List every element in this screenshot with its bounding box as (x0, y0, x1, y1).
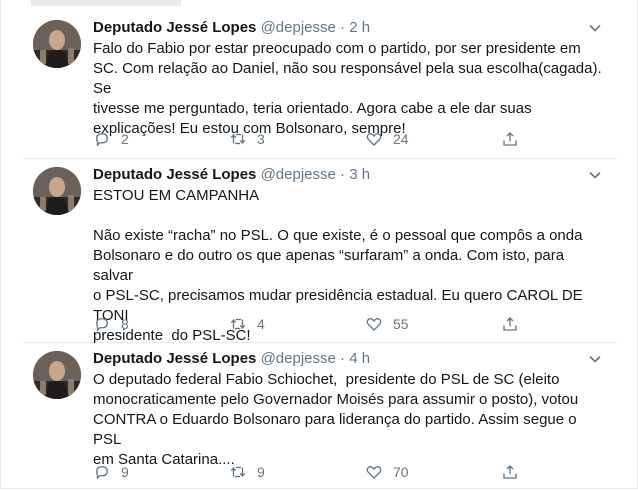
reply-button[interactable]: 8 (93, 313, 129, 335)
tweet-header: Deputado Jessé Lopes @depjesse · 2 h (93, 18, 605, 38)
avatar[interactable] (33, 167, 81, 215)
tweet-actions: 8 4 55 (93, 313, 533, 335)
share-icon (503, 132, 517, 146)
separator: · (340, 166, 346, 183)
retweet-count: 3 (257, 131, 265, 147)
heart-icon (366, 317, 382, 331)
tweet-actions: 2 3 24 (93, 128, 533, 150)
reply-button[interactable]: 2 (93, 128, 129, 150)
author-handle[interactable]: @depjesse (261, 19, 336, 36)
retweet-button[interactable]: 9 (229, 461, 265, 483)
divider (31, 0, 181, 6)
like-count: 24 (393, 131, 409, 147)
author-name[interactable]: Deputado Jessé Lopes (93, 166, 256, 183)
tweet-header: Deputado Jessé Lopes @depjesse · 4 h (93, 349, 605, 369)
tweet-actions: 9 9 70 (93, 461, 533, 483)
tweet[interactable]: Deputado Jessé Lopes @depjesse · 4 h O d… (23, 343, 617, 488)
tweet-text: Falo do Fabio por estar preocupado com o… (93, 40, 602, 137)
like-button[interactable]: 70 (365, 461, 409, 483)
avatar[interactable] (33, 20, 81, 68)
separator: · (340, 350, 346, 367)
retweet-icon (230, 318, 246, 330)
retweet-button[interactable]: 3 (229, 128, 265, 150)
like-button[interactable]: 24 (365, 128, 409, 150)
share-button[interactable] (501, 313, 529, 335)
chevron-down-icon[interactable] (587, 167, 603, 183)
retweet-count: 4 (257, 316, 265, 332)
reply-button[interactable]: 9 (93, 461, 129, 483)
author-handle[interactable]: @depjesse (261, 350, 336, 367)
retweet-button[interactable]: 4 (229, 313, 265, 335)
reply-count: 8 (121, 316, 129, 332)
timeline: Deputado Jessé Lopes @depjesse · 2 h Fal… (0, 0, 638, 489)
retweet-icon (230, 466, 246, 478)
reply-count: 9 (121, 464, 129, 480)
share-button[interactable] (501, 128, 529, 150)
timestamp[interactable]: 4 h (349, 350, 370, 367)
chevron-down-icon[interactable] (587, 351, 603, 367)
retweet-count: 9 (257, 464, 265, 480)
author-name[interactable]: Deputado Jessé Lopes (93, 350, 256, 367)
timestamp[interactable]: 3 h (349, 166, 370, 183)
heart-icon (366, 465, 382, 479)
reply-icon (96, 318, 108, 332)
reply-count: 2 (121, 131, 129, 147)
timestamp[interactable]: 2 h (349, 19, 370, 36)
retweet-icon (230, 133, 246, 145)
separator: · (340, 19, 346, 36)
reply-icon (96, 133, 108, 147)
share-icon (503, 465, 517, 479)
tweet[interactable]: Deputado Jessé Lopes @depjesse · 2 h Fal… (23, 12, 617, 159)
like-count: 55 (393, 316, 409, 332)
reply-icon (96, 466, 108, 480)
share-button[interactable] (501, 461, 529, 483)
chevron-down-icon[interactable] (587, 20, 603, 36)
avatar[interactable] (33, 351, 81, 399)
share-icon (503, 317, 517, 331)
author-name[interactable]: Deputado Jessé Lopes (93, 19, 256, 36)
like-button[interactable]: 55 (365, 313, 409, 335)
like-count: 70 (393, 464, 409, 480)
tweet[interactable]: Deputado Jessé Lopes @depjesse · 3 h EST… (23, 159, 617, 344)
tweet-text: O deputado federal Fabio Schiochet, pres… (93, 371, 579, 468)
tweet-header: Deputado Jessé Lopes @depjesse · 3 h (93, 165, 605, 185)
author-handle[interactable]: @depjesse (261, 166, 336, 183)
heart-icon (366, 132, 382, 146)
